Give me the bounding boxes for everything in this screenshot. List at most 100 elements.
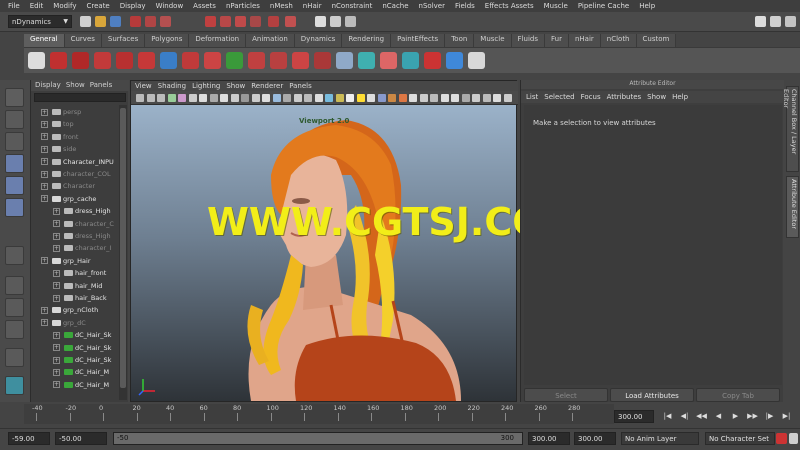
- step-forward-key-button[interactable]: |▶: [764, 411, 775, 422]
- tab-polygons[interactable]: Polygons: [145, 34, 190, 47]
- menu-window[interactable]: Window: [151, 2, 189, 10]
- hypershade-layout-icon[interactable]: [5, 376, 24, 395]
- menu-ncache[interactable]: nCache: [377, 2, 413, 10]
- expand-toggle-icon[interactable]: +: [41, 145, 48, 153]
- viewport-tool-icon[interactable]: [356, 94, 365, 102]
- persp-graph-layout-icon[interactable]: [5, 348, 24, 367]
- outliner-menu-panels[interactable]: Panels: [90, 80, 118, 91]
- viewport-tool-icon[interactable]: [251, 94, 260, 102]
- nhair-tool-icon[interactable]: [94, 52, 111, 69]
- viewport-tool-icon[interactable]: [167, 94, 176, 102]
- viewport-tool-icon[interactable]: [188, 94, 197, 102]
- step-back-frame-button[interactable]: ◀◀: [696, 411, 707, 422]
- tool-settings-toggle-icon[interactable]: [770, 16, 781, 27]
- tab-nhair[interactable]: nHair: [568, 34, 601, 47]
- load-attributes-button[interactable]: Load Attributes: [610, 388, 694, 402]
- go-to-start-button[interactable]: |◀: [662, 411, 673, 422]
- nhair-mesh-icon[interactable]: [358, 52, 375, 69]
- history-icon[interactable]: [285, 16, 296, 27]
- snap-curve-icon[interactable]: [220, 16, 231, 27]
- viewport-tool-icon[interactable]: [461, 94, 470, 102]
- viewport-menu-show[interactable]: Show: [226, 81, 251, 91]
- tab-fur[interactable]: Fur: [544, 34, 569, 47]
- tab-attribute-editor[interactable]: Attribute Editor: [786, 176, 799, 238]
- menu-edit[interactable]: Edit: [25, 2, 49, 10]
- attribute-menu-show[interactable]: Show: [647, 91, 672, 103]
- expand-toggle-icon[interactable]: +: [41, 133, 48, 141]
- outliner-item[interactable]: + grp_nCloth: [41, 304, 98, 316]
- attribute-menu-attributes[interactable]: Attributes: [607, 91, 648, 103]
- expand-toggle-icon[interactable]: +: [41, 257, 48, 265]
- expand-toggle-icon[interactable]: +: [53, 244, 60, 252]
- menu-nparticles[interactable]: nParticles: [221, 2, 265, 10]
- viewport-tool-icon[interactable]: [430, 94, 438, 102]
- viewport-canvas[interactable]: Viewport 2.0: [131, 105, 516, 401]
- paint-hair-icon[interactable]: [72, 52, 89, 69]
- step-forward-frame-button[interactable]: ▶▶: [747, 411, 758, 422]
- menu-fields[interactable]: Fields: [450, 2, 480, 10]
- current-frame-field[interactable]: 300.00: [614, 410, 654, 423]
- expand-toggle-icon[interactable]: +: [41, 195, 48, 203]
- render-frame-icon[interactable]: [315, 16, 326, 27]
- go-to-end-button[interactable]: ▶|: [781, 411, 792, 422]
- outliner-item[interactable]: + grp_Hair: [41, 255, 91, 267]
- menu-nmesh[interactable]: nMesh: [265, 2, 298, 10]
- expand-toggle-icon[interactable]: +: [53, 368, 60, 376]
- outliner-item[interactable]: + front: [41, 131, 78, 143]
- viewport-tool-icon[interactable]: [482, 94, 491, 102]
- save-scene-icon[interactable]: [110, 16, 121, 27]
- viewport-tool-icon[interactable]: [388, 94, 396, 102]
- preferences-icon[interactable]: [789, 433, 798, 444]
- tab-rendering[interactable]: Rendering: [342, 34, 392, 47]
- last-tool-icon[interactable]: [5, 246, 24, 265]
- rotate-tool-icon[interactable]: [5, 176, 24, 195]
- new-scene-icon[interactable]: [80, 16, 91, 27]
- viewport-tool-icon[interactable]: [262, 94, 270, 102]
- step-back-key-button[interactable]: ◀|: [679, 411, 690, 422]
- snap-grid-icon[interactable]: [205, 16, 216, 27]
- auto-key-icon[interactable]: [776, 433, 787, 444]
- outliner-item[interactable]: + character_COL: [41, 168, 111, 180]
- tab-animation[interactable]: Animation: [246, 34, 295, 47]
- viewport-tool-icon[interactable]: [314, 94, 323, 102]
- tab-dynamics[interactable]: Dynamics: [294, 34, 343, 47]
- viewport-tool-icon[interactable]: [157, 94, 165, 102]
- tab-channel-box[interactable]: Channel Box / Layer Editor: [782, 86, 799, 172]
- viewport-menu-shading[interactable]: Shading: [158, 81, 192, 91]
- tab-toon[interactable]: Toon: [445, 34, 475, 47]
- nhair-goal-icon[interactable]: [248, 52, 265, 69]
- viewport-tool-icon[interactable]: [199, 94, 207, 102]
- attribute-menu-list[interactable]: List: [526, 91, 544, 103]
- nhair-collide-icon[interactable]: [270, 52, 287, 69]
- expand-toggle-icon[interactable]: +: [53, 232, 60, 240]
- channel-box-toggle-icon[interactable]: [785, 16, 796, 27]
- play-backward-button[interactable]: ◀: [713, 411, 724, 422]
- tab-fluids[interactable]: Fluids: [511, 34, 545, 47]
- viewport-tool-icon[interactable]: [409, 94, 417, 102]
- outliner-item[interactable]: + hair_front: [53, 267, 106, 279]
- tab-surfaces[interactable]: Surfaces: [101, 34, 146, 47]
- outliner-item[interactable]: + dC_Hair_M: [53, 379, 109, 391]
- expand-toggle-icon[interactable]: +: [41, 182, 48, 190]
- expand-toggle-icon[interactable]: +: [53, 356, 60, 364]
- expand-toggle-icon[interactable]: +: [53, 381, 60, 389]
- select-hierarchy-icon[interactable]: [130, 16, 141, 27]
- viewport-tool-icon[interactable]: [230, 94, 239, 102]
- tab-deformation[interactable]: Deformation: [189, 34, 247, 47]
- outliner-menu-display[interactable]: Display: [35, 80, 66, 91]
- menu-nsolver[interactable]: nSolver: [414, 2, 450, 10]
- viewport-tool-icon[interactable]: [293, 94, 302, 102]
- viewport-tool-icon[interactable]: [283, 94, 291, 102]
- outliner-item[interactable]: + side: [41, 143, 76, 155]
- outliner-scrollbar[interactable]: [119, 105, 127, 400]
- expand-toggle-icon[interactable]: +: [53, 207, 60, 215]
- nhair-scale-icon[interactable]: [380, 52, 397, 69]
- move-tool-icon[interactable]: [5, 154, 24, 173]
- nhair-display-icon[interactable]: [336, 52, 353, 69]
- viewport-tool-icon[interactable]: [272, 94, 281, 102]
- nhair-curve-icon[interactable]: [138, 52, 155, 69]
- nhair-field-icon[interactable]: [226, 52, 243, 69]
- outliner-item[interactable]: + dC_Hair_M: [53, 366, 109, 378]
- menu-effects-assets[interactable]: Effects Assets: [480, 2, 539, 10]
- ipr-render-icon[interactable]: [330, 16, 341, 27]
